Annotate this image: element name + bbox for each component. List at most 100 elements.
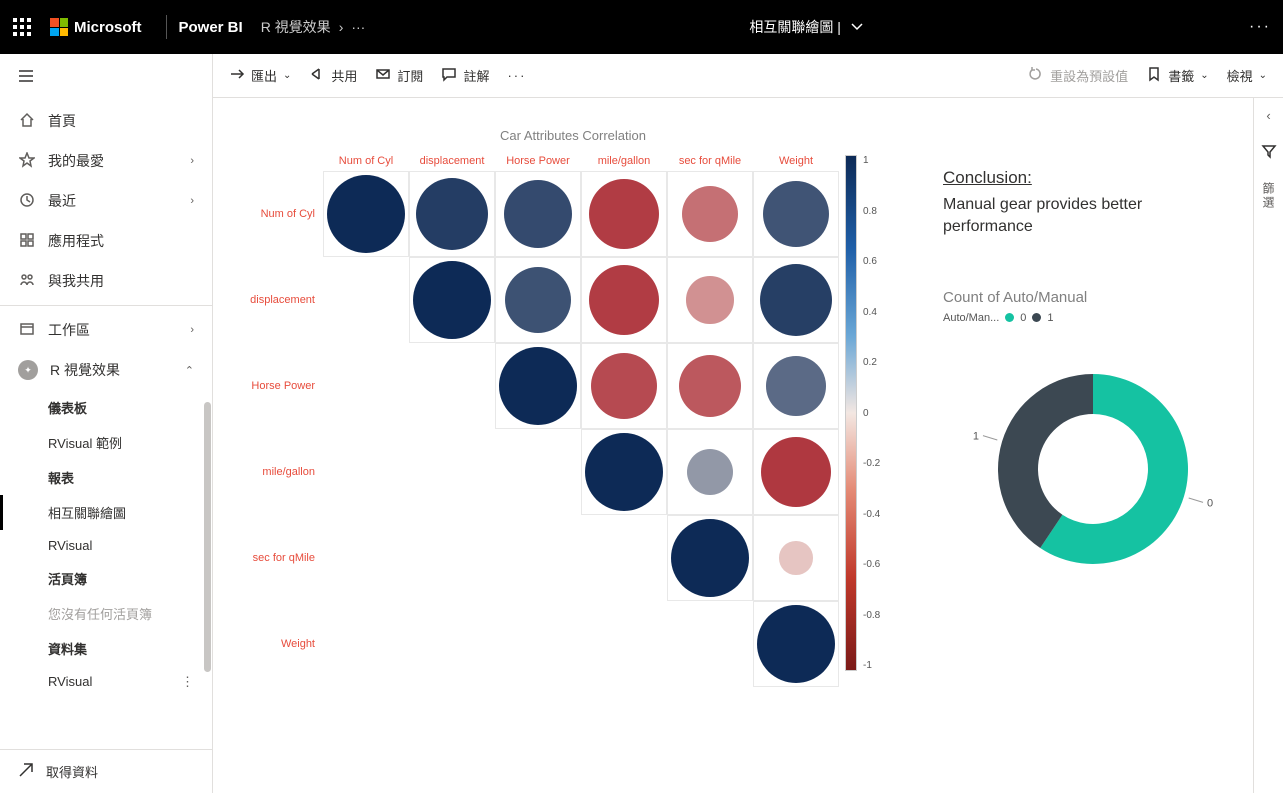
tree-header-workbooks[interactable]: 活頁簿 — [0, 561, 212, 596]
report-toolbar: 匯出 ⌄ 共用 訂閱 註解 ··· 重設為預設值 — [213, 54, 1283, 98]
legend-text-1: 1 — [1047, 312, 1053, 324]
report-title-bar: 相互關聯繪圖 | — [365, 17, 1249, 37]
scrollbar-thumb[interactable] — [204, 402, 211, 672]
breadcrumb-ellipsis[interactable]: ··· — [351, 19, 365, 35]
donut-title: Count of Auto/Manual — [943, 289, 1223, 306]
colorbar: 10.80.60.40.20-0.2-0.4-0.6-0.8-1 — [845, 155, 895, 687]
tree-header-reports[interactable]: 報表 — [0, 460, 212, 495]
breadcrumb-separator: › — [339, 19, 344, 35]
home-icon — [18, 112, 36, 131]
subscribe-button[interactable]: 訂閱 — [375, 66, 423, 85]
sidebar-item-current-workspace[interactable]: ✦ R 視覺效果 ⌃ — [0, 350, 212, 390]
mail-icon — [375, 66, 391, 85]
get-data-icon — [18, 762, 34, 781]
sidebar-item-apps[interactable]: 應用程式 — [0, 221, 212, 261]
microsoft-logo-icon — [50, 18, 68, 36]
legend-swatch-1 — [1032, 313, 1041, 322]
content-area: 匯出 ⌄ 共用 訂閱 註解 ··· 重設為預設值 — [213, 54, 1283, 793]
sidebar-item-label: 首頁 — [48, 111, 76, 131]
svg-text:1: 1 — [973, 430, 979, 442]
chart-body: Num of CyldisplacementHorse Powermile/ga… — [233, 171, 839, 687]
sidebar-item-label: 工作區 — [48, 320, 90, 340]
microsoft-logo: Microsoft — [50, 18, 142, 36]
bookmark-icon — [1146, 66, 1162, 85]
tree-empty-text: 您沒有任何活頁簿 — [0, 596, 212, 631]
tree-header-datasets[interactable]: 資料集 — [0, 631, 212, 666]
conclusion-text: Manual gear provides better performance — [943, 194, 1223, 239]
right-panel: Conclusion: Manual gear provides better … — [923, 108, 1243, 783]
sidebar-item-label: R 視覺效果 — [50, 360, 120, 380]
donut-chart[interactable]: 01 — [943, 354, 1223, 584]
legend-text-0: 0 — [1020, 312, 1026, 324]
export-button[interactable]: 匯出 ⌄ — [229, 66, 291, 85]
chevron-right-icon: › — [190, 195, 194, 207]
chevron-right-icon: › — [190, 324, 194, 336]
chevron-down-icon[interactable] — [849, 18, 865, 37]
chevron-right-icon: › — [190, 155, 194, 167]
sidebar-item-label: 應用程式 — [48, 231, 104, 251]
conclusion-heading: Conclusion: — [943, 168, 1223, 188]
microsoft-label: Microsoft — [74, 19, 142, 36]
sidebar-item-workspaces[interactable]: 工作區 › — [0, 310, 212, 350]
svg-text:0: 0 — [1207, 497, 1213, 509]
tree-item[interactable]: RVisual ⋮ — [0, 666, 212, 697]
filters-label: 篩選 — [1260, 182, 1277, 210]
colorbar-ticks: 10.80.60.40.20-0.2-0.4-0.6-0.8-1 — [863, 155, 880, 671]
clock-icon — [18, 192, 36, 211]
legend-swatch-0 — [1005, 313, 1014, 322]
breadcrumb: R 視覺效果 › ··· — [261, 17, 366, 37]
share-button[interactable]: 共用 — [309, 66, 357, 85]
filter-icon — [1261, 143, 1277, 162]
sidebar-item-favorites[interactable]: 我的最愛 › — [0, 141, 212, 181]
more-button[interactable]: ··· — [507, 68, 526, 83]
chevron-down-icon: ⌄ — [1259, 70, 1267, 81]
divider — [166, 15, 167, 39]
top-bar: Microsoft Power BI R 視覺效果 › ··· 相互關聯繪圖 |… — [0, 0, 1283, 54]
app-launcher-icon[interactable] — [12, 17, 32, 37]
sidebar-item-label: 取得資料 — [46, 762, 98, 781]
more-icon[interactable]: ⋮ — [181, 674, 194, 690]
workspace-avatar-icon: ✦ — [18, 360, 38, 380]
workspace-icon — [18, 321, 36, 340]
reset-button[interactable]: 重設為預設值 — [1028, 66, 1128, 85]
sidebar-item-label: 我的最愛 — [48, 151, 104, 171]
sidebar-item-label: 最近 — [48, 191, 76, 211]
legend-label: Auto/Man... — [943, 312, 999, 324]
sidebar-get-data[interactable]: 取得資料 — [0, 749, 212, 793]
hamburger-icon[interactable] — [0, 54, 212, 101]
reset-icon — [1028, 66, 1044, 85]
report-title[interactable]: 相互關聯繪圖 | — [749, 17, 841, 37]
share-icon — [309, 66, 325, 85]
export-icon — [229, 66, 245, 85]
correlation-chart[interactable]: Car Attributes Correlation Num of Cyldis… — [223, 108, 923, 783]
bookmarks-button[interactable]: 書籤 ⌄ — [1146, 66, 1208, 85]
app-name[interactable]: Power BI — [179, 19, 243, 36]
more-icon[interactable]: ··· — [1249, 18, 1271, 36]
chevron-down-icon: ⌄ — [1200, 70, 1208, 81]
filters-pane-collapsed[interactable]: ‹ 篩選 — [1253, 98, 1283, 793]
chevron-left-icon[interactable]: ‹ — [1266, 108, 1270, 123]
chart-column-headers: Num of CyldisplacementHorse Powermile/ga… — [323, 155, 839, 171]
view-button[interactable]: 檢視 ⌄ — [1227, 66, 1267, 85]
star-icon — [18, 152, 36, 171]
comment-icon — [441, 66, 457, 85]
chevron-up-icon: ⌃ — [185, 364, 194, 377]
sidebar-item-home[interactable]: 首頁 — [0, 101, 212, 141]
tree-item[interactable]: RVisual 範例 — [0, 425, 212, 460]
sidebar-item-shared[interactable]: 與我共用 — [0, 261, 212, 301]
comment-button[interactable]: 註解 — [441, 66, 489, 85]
sidebar-item-recent[interactable]: 最近 › — [0, 181, 212, 221]
chart-title: Car Attributes Correlation — [233, 128, 913, 143]
breadcrumb-item[interactable]: R 視覺效果 — [261, 17, 331, 37]
tree-item-active[interactable]: 相互關聯繪圖 — [0, 495, 212, 530]
donut-legend: Auto/Man... 0 1 — [943, 312, 1223, 324]
share-icon — [18, 272, 36, 291]
apps-icon — [18, 232, 36, 251]
tree-item[interactable]: RVisual — [0, 530, 212, 561]
sidebar-item-label: 與我共用 — [48, 271, 104, 291]
colorbar-gradient — [845, 155, 857, 671]
tree-header-dashboards[interactable]: 儀表板 — [0, 390, 212, 425]
report-canvas: Car Attributes Correlation Num of Cyldis… — [213, 98, 1253, 793]
sidebar: 首頁 我的最愛 › 最近 › 應用程式 與我共用 工作區 › ✦ R 視覺效果 — [0, 54, 213, 793]
workspace-tree: 儀表板 RVisual 範例 報表 相互關聯繪圖 RVisual 活頁簿 您沒有… — [0, 390, 212, 749]
